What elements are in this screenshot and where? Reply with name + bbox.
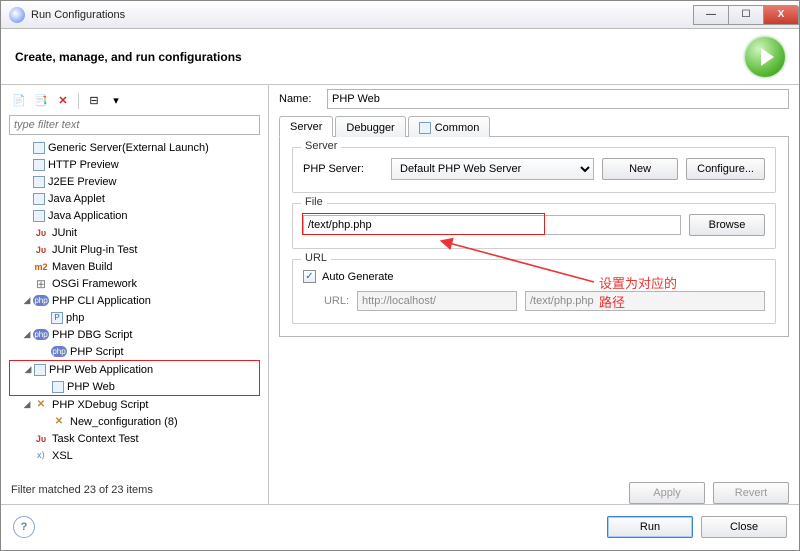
dialog-header: Create, manage, and run configurations <box>1 29 799 85</box>
tree-item[interactable]: Task Context Test <box>52 433 139 445</box>
file-group: File Browse <box>292 203 776 249</box>
revert-button[interactable]: Revert <box>713 482 789 504</box>
tree-item[interactable]: JUnit Plug-in Test <box>52 244 137 256</box>
php-server-select[interactable]: Default PHP Web Server <box>391 158 594 180</box>
name-label: Name: <box>279 93 327 105</box>
url-group-title: URL <box>301 252 331 264</box>
tree-item[interactable]: PHP Script <box>70 346 124 358</box>
maven-icon: m2 <box>33 259 49 275</box>
tree-item[interactable]: HTTP Preview <box>48 159 119 171</box>
junit-icon: Jυ <box>33 225 49 241</box>
junit-icon: Jυ <box>33 431 49 447</box>
tabs: Server Debugger Common <box>279 115 789 137</box>
web-app-icon <box>52 381 64 393</box>
php-icon: php <box>33 295 49 306</box>
file-group-title: File <box>301 196 327 208</box>
filter-input[interactable] <box>9 115 260 135</box>
php-icon: php <box>33 329 49 340</box>
url-label: URL: <box>303 295 349 307</box>
config-tree[interactable]: ▸Generic Server(External Launch) ▸HTTP P… <box>1 139 268 480</box>
filter-dropdown-button[interactable]: ▾ <box>106 91 126 111</box>
junit-icon: Jυ <box>33 242 49 258</box>
expand-icon[interactable]: ◢ <box>22 364 34 375</box>
java-icon <box>33 193 45 205</box>
xdebug-icon: ✕ <box>33 397 49 413</box>
help-button[interactable]: ? <box>13 516 35 538</box>
expand-icon[interactable]: ◢ <box>21 329 33 340</box>
xdebug-icon: ✕ <box>51 414 67 430</box>
tree-item[interactable]: OSGi Framework <box>52 278 137 290</box>
tab-debugger[interactable]: Debugger <box>335 116 405 137</box>
tree-item[interactable]: Generic Server(External Launch) <box>48 142 209 154</box>
server-group-title: Server <box>301 140 341 152</box>
tab-server[interactable]: Server <box>279 116 333 137</box>
tab-body: Server PHP Server: Default PHP Web Serve… <box>279 137 789 337</box>
url-host-input <box>357 291 517 311</box>
filter-box <box>9 115 260 135</box>
filter-match-label: Filter matched 23 of 23 items <box>1 480 268 500</box>
tree-item[interactable]: J2EE Preview <box>48 176 116 188</box>
server-group: Server PHP Server: Default PHP Web Serve… <box>292 147 776 193</box>
window-title: Run Configurations <box>31 9 694 21</box>
php-icon: php <box>51 346 67 357</box>
titlebar: Run Configurations ― ☐ X <box>1 1 799 29</box>
apply-row: Apply Revert <box>279 482 789 504</box>
minimize-button[interactable]: ― <box>693 5 729 25</box>
tree-item[interactable]: PHP Web Application <box>49 364 153 376</box>
new-server-button[interactable]: New <box>602 158 678 180</box>
left-panel: 📄 📑 ✕ ⊟ ▾ ▸Generic Server(External Launc… <box>1 85 269 504</box>
php-file-icon: P <box>51 312 63 324</box>
tree-item[interactable]: Java Application <box>48 210 128 222</box>
tree-item[interactable]: Maven Build <box>52 261 113 273</box>
footer: ? Run Close <box>1 504 799 548</box>
toolbar-separator <box>78 93 79 109</box>
run-button[interactable]: Run <box>607 516 693 538</box>
auto-generate-checkbox[interactable]: ✓ <box>303 270 316 283</box>
tree-item-selected[interactable]: PHP Web <box>67 381 115 393</box>
apply-button[interactable]: Apply <box>629 482 705 504</box>
java-icon <box>33 210 45 222</box>
server-icon <box>33 142 45 154</box>
tree-item[interactable]: New_configuration (8) <box>70 416 178 428</box>
php-server-label: PHP Server: <box>303 163 383 175</box>
app-icon <box>9 7 25 23</box>
tree-item[interactable]: php <box>66 312 84 324</box>
maximize-button[interactable]: ☐ <box>728 5 764 25</box>
tree-item[interactable]: JUnit <box>52 227 77 239</box>
expand-icon[interactable]: ◢ <box>21 295 33 306</box>
web-app-icon <box>34 364 46 376</box>
delete-config-button[interactable]: ✕ <box>53 91 73 111</box>
duplicate-config-button[interactable]: 📑 <box>31 91 51 111</box>
xsl-icon: x⟩ <box>33 448 49 464</box>
url-path-input <box>525 291 765 311</box>
file-path-input[interactable] <box>303 215 681 235</box>
server-icon <box>33 159 45 171</box>
browse-file-button[interactable]: Browse <box>689 214 765 236</box>
main-area: 📄 📑 ✕ ⊟ ▾ ▸Generic Server(External Launc… <box>1 85 799 504</box>
common-tab-icon <box>419 122 431 134</box>
close-window-button[interactable]: X <box>763 5 799 25</box>
tree-item[interactable]: PHP CLI Application <box>52 295 151 307</box>
right-panel: Name: Server Debugger Common Server PHP … <box>269 85 799 504</box>
tree-item[interactable]: Java Applet <box>48 193 105 205</box>
tree-item[interactable]: PHP XDebug Script <box>52 399 148 411</box>
new-config-button[interactable]: 📄 <box>9 91 29 111</box>
close-button[interactable]: Close <box>701 516 787 538</box>
name-input[interactable] <box>327 89 789 109</box>
window-buttons: ― ☐ X <box>694 5 799 25</box>
configure-server-button[interactable]: Configure... <box>686 158 765 180</box>
auto-generate-label: Auto Generate <box>322 271 394 283</box>
dialog-title: Create, manage, and run configurations <box>15 50 745 64</box>
run-hero-icon <box>745 37 785 77</box>
left-toolbar: 📄 📑 ✕ ⊟ ▾ <box>1 91 268 115</box>
server-icon <box>33 176 45 188</box>
osgi-icon: ⊞ <box>33 276 49 292</box>
tab-common[interactable]: Common <box>408 116 491 137</box>
tree-item[interactable]: XSL <box>52 450 73 462</box>
url-group: URL ✓ Auto Generate URL: <box>292 259 776 324</box>
expand-icon[interactable]: ◢ <box>21 399 33 410</box>
tree-item[interactable]: PHP DBG Script <box>52 329 133 341</box>
collapse-all-button[interactable]: ⊟ <box>84 91 104 111</box>
